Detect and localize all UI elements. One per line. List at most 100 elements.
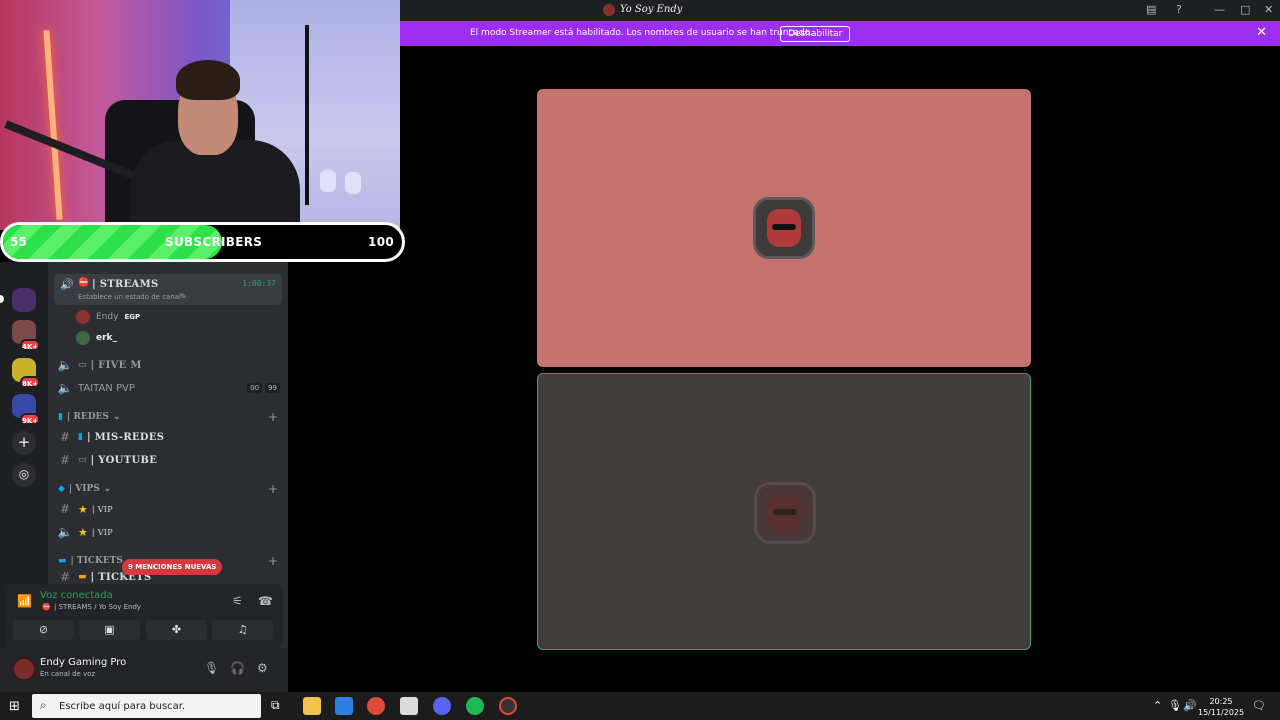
star-icon: ★: [78, 525, 88, 539]
microphone-icon[interactable]: 🎙: [204, 661, 219, 675]
minimize-icon[interactable]: —: [1214, 3, 1225, 16]
server-icon[interactable]: [12, 288, 36, 312]
avatar: [753, 197, 815, 259]
led-light-strip: [43, 30, 63, 220]
avatar-glasses: [772, 224, 796, 230]
channel-name: | FIVE M: [90, 359, 142, 371]
roblox-icon[interactable]: [400, 697, 418, 715]
new-mentions-pill[interactable]: 9 MENCIONES NUEVAS: [122, 559, 223, 575]
hashtag-icon: #: [59, 570, 71, 584]
camera-off-icon: ⊘: [38, 623, 49, 636]
inbox-icon[interactable]: ▤: [1146, 3, 1156, 16]
voice-channel-five-m[interactable]: 🔈 ▭ | FIVE M: [56, 354, 280, 376]
banner-text: El modo Streamer está habilitado. Los no…: [470, 28, 813, 38]
voice-channel-taitan[interactable]: 🔈 TAITAN PVP 00 99: [56, 377, 280, 399]
user-display-name[interactable]: Endy Gaming Pro: [40, 657, 126, 668]
disconnect-icon[interactable]: ☎: [258, 594, 273, 608]
screen: 55 SUBSCRIBERS 100 4K+ 8K+ 9K+ + ◎ 🔊 ⛔ |…: [0, 0, 1280, 720]
category-redes[interactable]: ▮ | REDES ⌄ +: [58, 408, 278, 426]
streamer-hair: [176, 60, 240, 100]
voice-channel-vip[interactable]: 🔈 ★ | VIP: [56, 521, 280, 543]
user-panel: Endy Gaming Pro En canal de voz 🎙 🎧 ⚙: [0, 648, 288, 692]
mention-badge: 8K+: [20, 376, 40, 388]
phone-icon: ▮: [58, 412, 63, 422]
headphones-icon[interactable]: 🎧: [230, 661, 245, 675]
noise-suppression-icon[interactable]: ⚟: [232, 594, 243, 608]
obs-icon[interactable]: [499, 697, 517, 715]
desk-lamp: [320, 170, 336, 192]
store-icon[interactable]: [335, 697, 353, 715]
activities-button[interactable]: ✤: [146, 620, 207, 640]
speaker-icon: 🔈: [57, 358, 73, 372]
discover-icon[interactable]: ◎: [12, 463, 36, 487]
category-name: | VIPS: [68, 484, 100, 494]
speaker-icon: 🔊: [60, 278, 74, 291]
subscriber-label: SUBSCRIBERS: [165, 235, 263, 249]
disable-streamer-mode-button[interactable]: Deshabilitar: [780, 26, 851, 42]
discord-icon[interactable]: [433, 697, 451, 715]
category-name: | TICKETS: [70, 556, 123, 566]
category-name: | REDES: [66, 412, 109, 422]
voice-user[interactable]: erk_: [76, 329, 117, 347]
edit-icon[interactable]: ✎: [180, 292, 187, 301]
chrome-icon[interactable]: [367, 697, 385, 715]
file-explorer-icon[interactable]: [303, 697, 321, 715]
add-server-icon[interactable]: +: [12, 431, 36, 455]
voice-channel-path[interactable]: | STREAMS / Yo Soy Endy: [54, 603, 141, 611]
microphone-icon[interactable]: 🎙: [1168, 699, 1182, 712]
text-channel-vip[interactable]: # ★ | VIP: [56, 498, 280, 520]
user-limit: 99: [265, 383, 280, 393]
voice-participant-tile[interactable]: [537, 373, 1031, 650]
voice-status-title[interactable]: Voz conectada: [40, 590, 113, 601]
chevron-up-icon[interactable]: ⌃: [1153, 699, 1162, 712]
windows-start-icon[interactable]: ⊞: [9, 699, 20, 714]
soundboard-button[interactable]: ♫: [212, 620, 273, 640]
laptop-icon: ▭: [78, 455, 87, 465]
text-channel-mis-redes[interactable]: # ▮ | MIS-REDES: [56, 426, 280, 448]
add-channel-icon[interactable]: +: [268, 482, 278, 496]
maximize-icon[interactable]: □: [1240, 3, 1250, 16]
window-titlebar: Yo Soy Endy ▤ ? — □ ✕: [400, 0, 1280, 21]
channel-status-prompt[interactable]: Establece un estado de canal: [78, 293, 181, 301]
search-placeholder: Escribe aquí para buscar.: [59, 701, 186, 712]
clock-date: 15/11/2025: [1198, 708, 1245, 717]
no-entry-icon: ⛔: [42, 603, 51, 611]
help-icon[interactable]: ?: [1176, 3, 1182, 16]
chevron-down-icon: ⌄: [103, 484, 112, 494]
voice-participant-tile[interactable]: [537, 89, 1031, 367]
streamer-mode-banner: El modo Streamer está habilitado. Los no…: [400, 21, 1280, 46]
close-icon[interactable]: ✕: [1264, 3, 1273, 16]
server-logo: [603, 4, 615, 16]
voice-channel-streams[interactable]: 🔊 ⛔ | STREAMS 1:00:37 Establece un estad…: [54, 274, 282, 305]
taskbar-clock[interactable]: 20:25 15/11/2025: [1198, 696, 1244, 718]
subscriber-goal: 100: [368, 235, 394, 249]
clock-time: 20:25: [1209, 697, 1233, 706]
voice-user[interactable]: Endy EGP: [76, 308, 140, 326]
avatar: [76, 310, 90, 324]
spotify-icon[interactable]: [466, 697, 484, 715]
hashtag-icon: #: [59, 502, 71, 516]
voice-user-name: Endy: [96, 312, 119, 322]
channel-name: | VIP: [91, 527, 113, 537]
notifications-icon[interactable]: 🗨: [1252, 699, 1266, 712]
category-vips[interactable]: ◆ | VIPS ⌄ +: [58, 480, 278, 498]
task-view-icon[interactable]: ⧉: [271, 698, 280, 713]
speaker-icon: 🔈: [57, 525, 73, 539]
add-channel-icon[interactable]: +: [268, 554, 278, 568]
ticket-icon: ▬: [58, 556, 67, 566]
camera-off-button[interactable]: ⊘: [13, 620, 74, 640]
screen-share-button[interactable]: ▣: [79, 620, 140, 640]
taskbar-search[interactable]: ⌕ Escribe aquí para buscar.: [32, 694, 261, 718]
speaker-icon: 🔈: [57, 381, 73, 395]
volume-icon[interactable]: 🔊: [1183, 699, 1197, 712]
close-icon[interactable]: ✕: [1256, 25, 1267, 40]
chevron-down-icon: ⌄: [112, 412, 121, 422]
gear-icon[interactable]: ⚙: [257, 661, 268, 675]
voice-timer: 1:00:37: [242, 279, 276, 288]
text-channel-youtube[interactable]: # ▭ | YOUTUBE: [56, 449, 280, 471]
add-channel-icon[interactable]: +: [268, 410, 278, 424]
window-title: Yo Soy Endy: [620, 4, 683, 15]
avatar[interactable]: [12, 657, 36, 681]
signal-icon[interactable]: 📶: [17, 594, 32, 608]
avatar: [76, 331, 90, 345]
